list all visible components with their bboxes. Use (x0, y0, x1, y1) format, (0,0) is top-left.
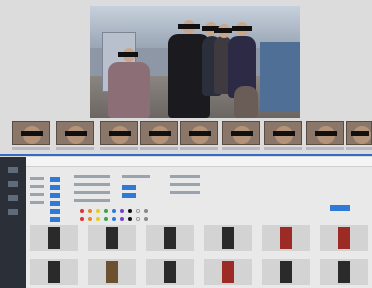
filter-chip[interactable] (122, 193, 136, 198)
thumbnail[interactable] (222, 121, 260, 145)
color-swatch[interactable] (128, 209, 132, 213)
results-grid (30, 225, 370, 288)
thumbnail[interactable] (140, 121, 178, 145)
result-card[interactable] (262, 225, 310, 251)
thumbnail[interactable] (264, 121, 302, 145)
filter-chip[interactable] (122, 185, 136, 190)
result-card[interactable] (146, 259, 194, 285)
thumbnail[interactable] (180, 121, 218, 145)
result-card[interactable] (30, 259, 78, 285)
filter-label (30, 185, 44, 188)
color-swatch[interactable] (112, 217, 116, 221)
filter-panel (30, 169, 370, 229)
result-card[interactable] (204, 225, 252, 251)
filter-option[interactable] (170, 191, 200, 194)
filter-chip[interactable] (50, 217, 60, 222)
section-separator (0, 154, 372, 156)
filter-option[interactable] (122, 175, 150, 178)
thumbnail-label (140, 147, 178, 150)
filter-option[interactable] (170, 175, 200, 178)
search-app (0, 157, 372, 288)
thumbnail-label (180, 147, 218, 150)
filter-chip[interactable] (50, 185, 60, 190)
color-swatch[interactable] (104, 209, 108, 213)
thumbnail-label (264, 147, 302, 150)
result-card[interactable] (262, 259, 310, 285)
result-card[interactable] (320, 259, 368, 285)
thumbnail-label (12, 147, 50, 150)
person-2-blur (178, 24, 200, 29)
color-swatch[interactable] (120, 217, 124, 221)
thumbnail-label (56, 147, 94, 150)
result-card[interactable] (320, 225, 368, 251)
search-button[interactable] (330, 205, 350, 211)
color-swatch[interactable] (144, 217, 148, 221)
filter-option[interactable] (74, 191, 110, 194)
filter-chip[interactable] (50, 209, 60, 214)
filter-label (30, 177, 44, 180)
color-swatch[interactable] (96, 209, 100, 213)
result-card[interactable] (204, 259, 252, 285)
thumbnail[interactable] (346, 121, 372, 145)
page-root (0, 0, 372, 288)
color-swatch[interactable] (136, 217, 140, 221)
color-swatch[interactable] (88, 209, 92, 213)
filter-option[interactable] (74, 183, 110, 186)
color-swatch[interactable] (96, 217, 100, 221)
filter-chip[interactable] (50, 193, 60, 198)
nav-item[interactable] (8, 209, 18, 215)
menu-icon[interactable] (8, 167, 18, 173)
color-swatch[interactable] (80, 217, 84, 221)
filter-label (30, 201, 44, 204)
color-swatch[interactable] (112, 209, 116, 213)
app-header (26, 157, 372, 167)
video-escalator (260, 42, 300, 112)
person-6 (234, 86, 258, 118)
thumbnail-label (306, 147, 344, 150)
person-4-blur (214, 28, 232, 33)
thumbnail[interactable] (12, 121, 50, 145)
nav-item[interactable] (8, 195, 18, 201)
thumbnail[interactable] (306, 121, 344, 145)
result-card[interactable] (30, 225, 78, 251)
filter-chip[interactable] (50, 201, 60, 206)
thumbnail-label (222, 147, 260, 150)
color-swatch[interactable] (88, 217, 92, 221)
color-swatch[interactable] (120, 209, 124, 213)
thumbnail-label (346, 147, 372, 150)
result-card[interactable] (146, 225, 194, 251)
filter-option[interactable] (170, 183, 200, 186)
thumbnail-label (100, 147, 138, 150)
color-swatch[interactable] (104, 217, 108, 221)
filter-option[interactable] (74, 175, 110, 178)
color-swatch[interactable] (128, 217, 132, 221)
surveillance-video[interactable] (90, 6, 300, 118)
color-swatch[interactable] (144, 209, 148, 213)
thumbnail[interactable] (56, 121, 94, 145)
person-5-blur (232, 26, 252, 31)
person-1 (108, 62, 150, 118)
color-swatch[interactable] (80, 209, 84, 213)
nav-item[interactable] (8, 181, 18, 187)
thumbnail[interactable] (100, 121, 138, 145)
result-card[interactable] (88, 259, 136, 285)
result-card[interactable] (88, 225, 136, 251)
filter-label (30, 193, 44, 196)
thumbnail-strip (12, 121, 372, 151)
filter-option[interactable] (74, 199, 110, 202)
filter-chip[interactable] (50, 177, 60, 182)
sidebar (0, 157, 26, 288)
person-1-blur (118, 52, 138, 57)
color-swatch[interactable] (136, 209, 140, 213)
